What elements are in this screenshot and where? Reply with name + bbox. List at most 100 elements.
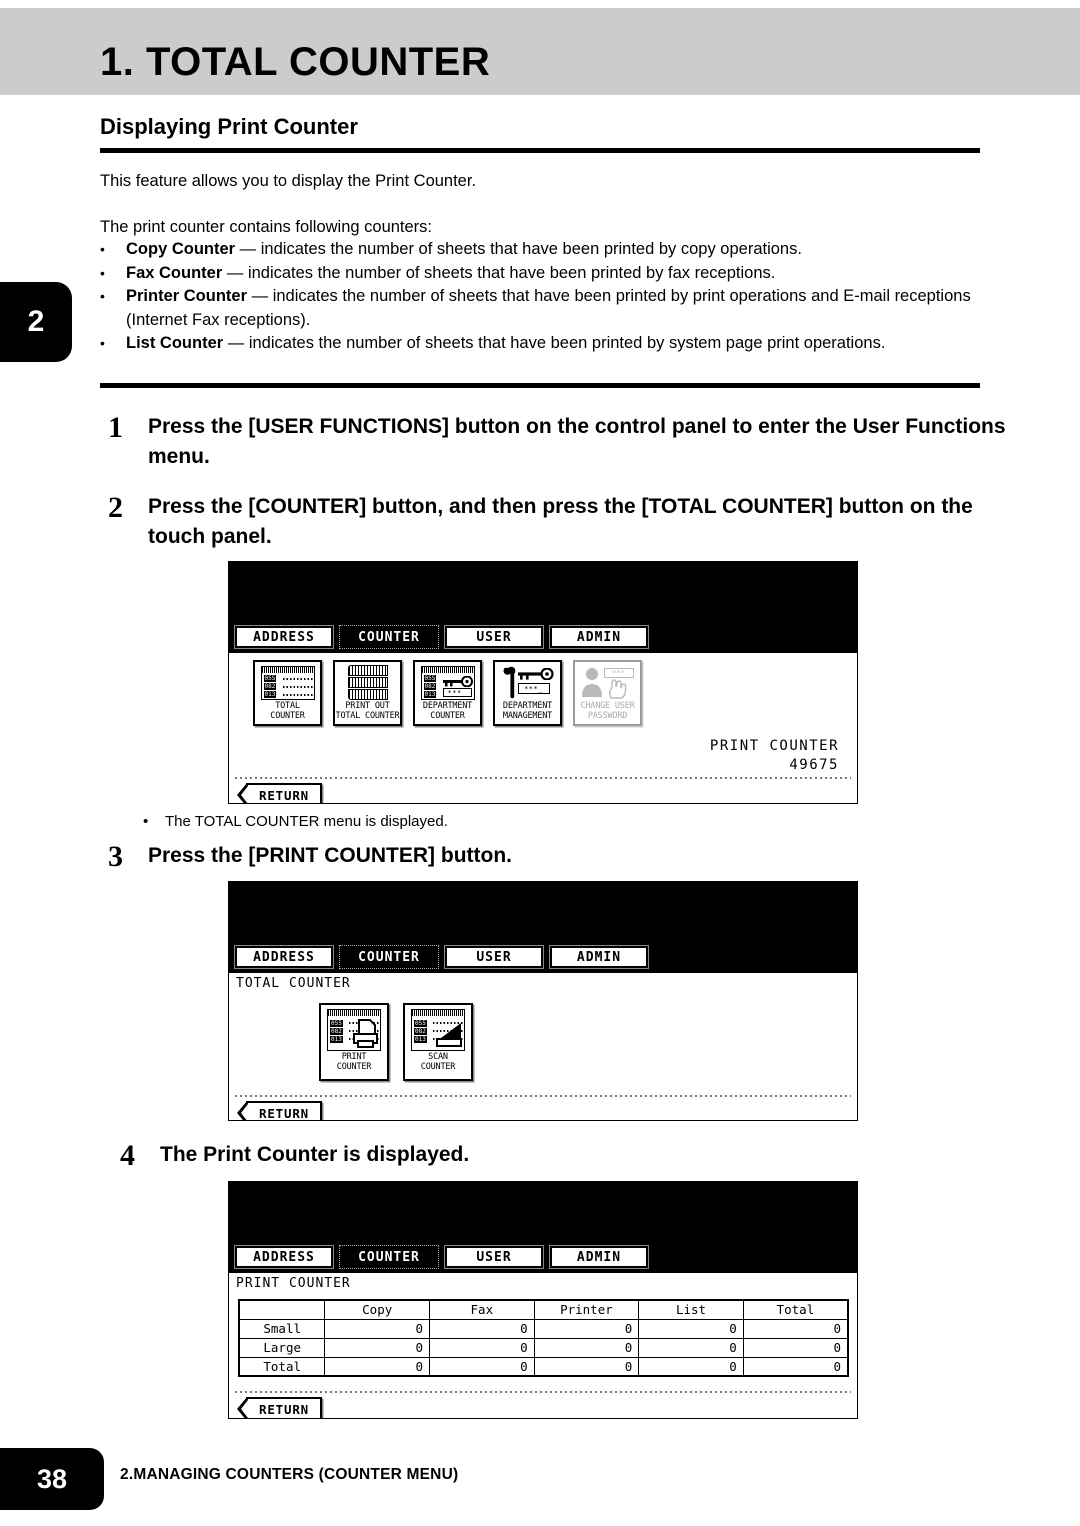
panel-separator <box>235 1095 851 1097</box>
digit-row: 082 <box>414 1028 427 1035</box>
lcd-content-area: TOTAL COUNTER 055 082 013 PRINT COUNTER … <box>229 973 857 1120</box>
tab-user[interactable]: USER <box>444 625 544 649</box>
tab-address[interactable]: ADDRESS <box>234 945 334 969</box>
key-icon <box>442 676 473 687</box>
print-counter-button[interactable]: 055 082 013 PRINT COUNTER <box>319 1003 389 1081</box>
password-mask: ***_ <box>442 688 472 697</box>
lcd-panel-counter-menu: ADDRESS COUNTER USER ADMIN 055 082 013 T… <box>228 561 858 804</box>
return-button[interactable]: RETURN <box>237 783 322 803</box>
cell-small-fax: 0 <box>429 1318 535 1339</box>
tab-admin[interactable]: ADMIN <box>549 625 649 649</box>
step-note-text: The TOTAL COUNTER menu is displayed. <box>165 813 448 830</box>
person-icon <box>581 668 602 697</box>
cell-large-list: 0 <box>638 1337 744 1358</box>
table-row: Total 0 0 0 0 0 <box>238 1356 849 1377</box>
intro-paragraph: This feature allows you to display the P… <box>100 172 477 190</box>
step-text: Press the [COUNTER] button, and then pre… <box>148 495 973 548</box>
digit-row: 013 <box>330 1036 343 1043</box>
tab-admin[interactable]: ADMIN <box>549 1245 649 1269</box>
tab-admin[interactable]: ADMIN <box>549 945 649 969</box>
total-counter-icon: 055 082 013 <box>258 664 318 702</box>
key-icon <box>517 668 554 680</box>
return-button[interactable]: RETURN <box>237 1101 322 1120</box>
lcd-tab-bar: ADDRESS COUNTER USER ADMIN <box>229 621 857 653</box>
department-counter-icon: 055 082 013 ***_ <box>418 664 478 702</box>
list-item: • Fax Counter — indicates the number of … <box>100 262 980 286</box>
table-header-row: Copy Fax Printer List Total <box>238 1299 849 1320</box>
return-button[interactable]: RETURN <box>237 1397 322 1418</box>
department-counter-button[interactable]: 055 082 013 ***_ DEPARTMENT COUNTER <box>413 660 482 726</box>
bullet-icon: • <box>143 813 149 830</box>
counter-type-list: • Copy Counter — indicates the number of… <box>100 238 980 356</box>
running-head: 2.MANAGING COUNTERS (COUNTER MENU) <box>120 1466 459 1483</box>
department-management-icon: ***_ <box>498 664 558 702</box>
table-row: Large 0 0 0 0 0 <box>238 1337 849 1358</box>
lcd-status-area <box>229 1182 857 1241</box>
tab-counter[interactable]: COUNTER <box>339 945 439 969</box>
column-header-blank <box>238 1299 326 1320</box>
print-counter-readout-value: 49675 <box>789 757 839 773</box>
lcd-content-area: 055 082 013 TOTAL COUNTER PRINT OUT TOTA… <box>229 653 857 803</box>
total-counter-button[interactable]: 055 082 013 TOTAL COUNTER <box>253 660 322 726</box>
tab-user[interactable]: USER <box>444 1245 544 1269</box>
step-number: 4 <box>120 1139 135 1172</box>
step-1: 1 Press the [USER FUNCTIONS] button on t… <box>108 412 1008 472</box>
step-text: Press the [USER FUNCTIONS] button on the… <box>148 415 1006 468</box>
tab-address[interactable]: ADDRESS <box>234 1245 334 1269</box>
panel-separator <box>235 1391 851 1393</box>
list-item-desc: indicates the number of sheets that have… <box>248 334 886 352</box>
cell-small-copy: 0 <box>324 1318 430 1339</box>
list-intro-paragraph: The print counter contains following cou… <box>100 218 433 236</box>
password-mask: ***_ <box>517 683 550 694</box>
digit-row: 055 <box>263 675 277 682</box>
digit-row: 013 <box>414 1036 427 1043</box>
column-header-printer: Printer <box>533 1299 640 1320</box>
cell-small-list: 0 <box>638 1318 744 1339</box>
screen-caption: TOTAL COUNTER <box>236 976 351 991</box>
print-counter-readout: PRINT COUNTER 49675 <box>710 737 839 775</box>
tab-counter[interactable]: COUNTER <box>339 1245 439 1269</box>
list-item-desc: indicates the number of sheets that have… <box>260 240 802 258</box>
icon-label-line2: TOTAL COUNTER <box>335 710 400 721</box>
row-label-small: Small <box>238 1318 326 1339</box>
list-item-body: List Counter — indicates the number of s… <box>126 332 980 356</box>
digit-row: 013 <box>263 691 277 698</box>
icon-label-line2: MANAGEMENT <box>502 710 553 721</box>
bullet-icon: • <box>100 288 105 304</box>
tab-address[interactable]: ADDRESS <box>234 625 334 649</box>
table-row: Small 0 0 0 0 0 <box>238 1318 849 1339</box>
icon-label-line2: COUNTER <box>336 1061 372 1072</box>
list-item-desc: indicates the number of sheets that have… <box>247 263 776 282</box>
step-text: The Print Counter is displayed. <box>160 1143 470 1166</box>
list-item: • List Counter — indicates the number of… <box>100 332 980 356</box>
icon-label-line2: COUNTER <box>270 710 305 721</box>
change-user-password-button: *** CHANGE USER PASSWORD <box>573 660 642 726</box>
digit-row: 013 <box>423 691 437 698</box>
department-management-button[interactable]: ***_ DEPARTMENT MANAGEMENT <box>493 660 562 726</box>
step-note: • The TOTAL COUNTER menu is displayed. <box>143 812 448 832</box>
cell-total-list: 0 <box>638 1356 744 1377</box>
digit-row: 082 <box>423 683 437 690</box>
column-header-total: Total <box>742 1299 849 1320</box>
cell-total-copy: 0 <box>324 1356 430 1377</box>
section-divider-top <box>100 148 980 153</box>
lcd-panel-print-counter: ADDRESS COUNTER USER ADMIN PRINT COUNTER… <box>228 1181 858 1419</box>
digit-row: 055 <box>423 675 437 682</box>
print-counter-icon: 055 082 013 <box>324 1007 384 1053</box>
cell-large-printer: 0 <box>533 1337 640 1358</box>
column-header-list: List <box>638 1299 744 1320</box>
list-item-term: Fax Counter <box>126 263 223 282</box>
tab-counter[interactable]: COUNTER <box>339 625 439 649</box>
change-user-password-icon: *** <box>578 664 638 702</box>
list-item-dash: — <box>222 263 248 282</box>
print-out-icon <box>338 664 398 702</box>
hand-icon <box>608 679 626 699</box>
section-divider-bottom <box>100 383 980 388</box>
scan-counter-button[interactable]: 055 082 013 SCAN COUNTER <box>403 1003 473 1081</box>
cell-small-printer: 0 <box>533 1318 640 1339</box>
tab-user[interactable]: USER <box>444 945 544 969</box>
print-out-total-counter-button[interactable]: PRINT OUT TOTAL COUNTER <box>333 660 402 726</box>
print-counter-readout-label: PRINT COUNTER <box>709 738 839 754</box>
counter-menu-icon-row: 055 082 013 TOTAL COUNTER PRINT OUT TOTA… <box>253 660 642 726</box>
scan-counter-icon: 055 082 013 <box>408 1007 468 1053</box>
